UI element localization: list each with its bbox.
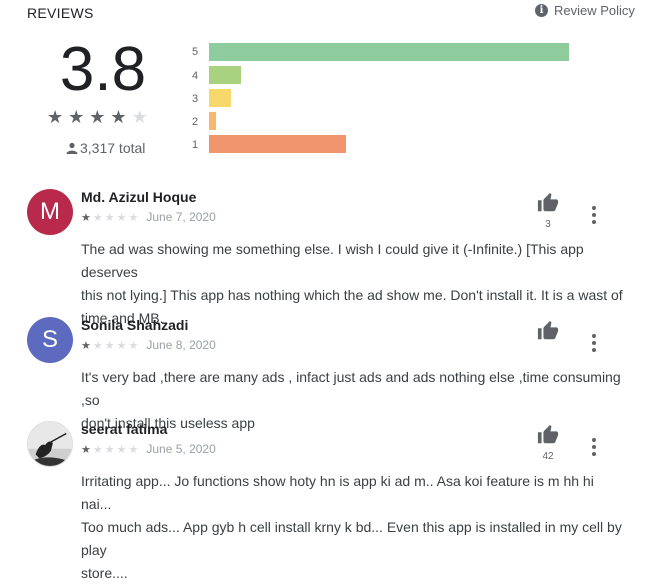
total-ratings: 3,317 total [66,140,145,156]
review-text-line: Too much ads... App gyb h cell install k… [81,519,622,558]
star-icon: ★ [92,442,103,456]
rating-bar-5 [209,43,569,61]
thumbs-up-icon [537,424,559,444]
more-icon [592,206,596,210]
star-icon: ★ [104,210,115,224]
star-icon: ★ [81,338,91,352]
profile-photo-icon [28,422,72,466]
rating-bar-4 [209,66,241,84]
review-rating: ★ ★ ★ ★ ★ June 7, 2020 [81,210,216,224]
star-icon: ★ [81,210,91,224]
info-icon: i [535,4,548,17]
review-text-line: Irritating app... Jo functions show hoty… [81,473,594,512]
review-policy-label: Review Policy [554,3,635,18]
avatar-letter: M [27,189,73,235]
thumbs-up-icon [537,192,559,212]
review-text-line: this not lying.] This app has nothing wh… [81,287,623,303]
bar-label-1: 1 [192,139,199,151]
reviewer-name: seerat fatima [81,421,168,437]
star-icon: ★ [128,338,139,352]
thumbs-up-icon [537,320,559,340]
review-rating: ★ ★ ★ ★ ★ June 5, 2020 [81,442,216,456]
star-icon: ★ [47,107,64,128]
bar-label-5: 5 [192,46,199,58]
helpful-button[interactable]: 42 [537,424,559,462]
reviews-heading: REVIEWS [27,5,94,21]
review-text-line: The ad was showing me something else. I … [81,241,584,280]
star-icon: ★ [68,107,85,128]
more-icon [592,334,596,338]
bar-label-3: 3 [192,93,199,105]
more-options-button[interactable] [591,438,597,456]
bar-label-4: 4 [192,70,199,82]
review-text: Irritating app... Jo functions show hoty… [81,470,626,585]
reviewer-name: Md. Azizul Hoque [81,189,197,205]
avatar-letter: S [27,317,73,363]
star-icon: ★ [89,107,106,128]
average-rating: 3.8 [59,35,147,104]
star-icon: ★ [92,338,103,352]
more-options-button[interactable] [591,334,597,352]
star-icon: ★ [104,442,115,456]
more-options-button[interactable] [591,206,597,224]
bar-label-2: 2 [192,116,199,128]
review-rating: ★ ★ ★ ★ ★ June 8, 2020 [81,338,216,352]
rating-bar-1 [209,135,346,153]
star-icon: ★ [131,107,148,128]
person-icon [66,142,78,154]
total-ratings-label: 3,317 total [80,140,146,156]
star-icon: ★ [116,210,127,224]
star-icon: ★ [116,338,127,352]
reviewer-name: Sonila Shahzadi [81,317,189,333]
rating-bar-3 [209,89,231,107]
star-icon: ★ [92,210,103,224]
average-stars: ★ ★ ★ ★ ★ [47,107,148,128]
star-icon: ★ [128,442,139,456]
helpful-count: 3 [545,219,551,230]
review-policy-link[interactable]: i Review Policy [535,3,635,18]
review-text-line: store.... [81,565,128,581]
review-date: June 5, 2020 [146,442,216,456]
helpful-button[interactable] [537,320,559,347]
review-avatar [27,421,73,467]
avatar-photo [27,421,73,467]
review-text-line: It's very bad ,there are many ads , infa… [81,369,621,408]
helpful-button[interactable]: 3 [537,192,559,230]
more-icon [592,438,596,442]
helpful-count: 42 [542,451,554,462]
review-date: June 7, 2020 [146,210,216,224]
review-avatar: S [27,317,73,363]
rating-bar-2 [209,112,216,130]
review-avatar: M [27,189,73,235]
star-icon: ★ [104,338,115,352]
star-icon: ★ [110,107,127,128]
star-icon: ★ [81,442,91,456]
review-date: June 8, 2020 [146,338,216,352]
star-icon: ★ [128,210,139,224]
star-icon: ★ [116,442,127,456]
